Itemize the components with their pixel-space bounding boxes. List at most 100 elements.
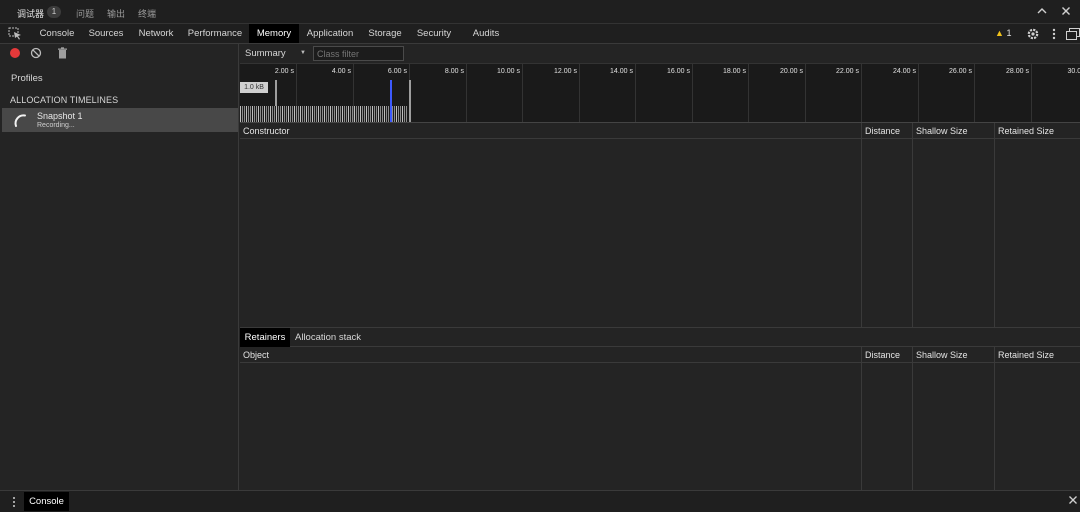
- tab-problems[interactable]: 问题: [76, 7, 94, 20]
- timeline-gridline: [579, 64, 580, 122]
- column-divider[interactable]: [994, 123, 995, 327]
- column-header-shallow-size[interactable]: Shallow Size: [916, 350, 968, 360]
- allocation-bar: [300, 106, 301, 122]
- tab-application[interactable]: Application: [303, 24, 357, 43]
- tab-debugger[interactable]: 调试器: [17, 7, 44, 20]
- column-header-retained-size[interactable]: Retained Size: [998, 350, 1054, 360]
- tab-security[interactable]: Security: [413, 24, 455, 43]
- tab-storage[interactable]: Storage: [364, 24, 406, 43]
- allocation-bar: [372, 106, 373, 122]
- allocation-bar: [380, 106, 381, 122]
- timeline-tick-label: 8.00 s: [444, 68, 464, 75]
- allocation-bar: [348, 106, 349, 122]
- tab-memory[interactable]: Memory: [249, 24, 299, 43]
- timeline-gridline: [861, 64, 862, 122]
- timeline-scale-label: 1.0 kB: [240, 82, 268, 93]
- snapshot-list-item[interactable]: Snapshot 1 Recording...: [2, 108, 238, 132]
- allocation-bar: [332, 106, 333, 122]
- allocation-bar: [256, 106, 257, 122]
- allocation-bar: [248, 106, 249, 122]
- tab-retainers[interactable]: Retainers: [240, 328, 290, 347]
- allocation-bar: [342, 106, 343, 122]
- snapshot-title: Snapshot 1: [37, 111, 83, 121]
- timeline-tick-label: 4.00 s: [331, 68, 351, 75]
- allocation-bar: [312, 106, 313, 122]
- retainers-tab-bar: Retainers Allocation stack: [240, 327, 1080, 347]
- allocation-bar: [322, 106, 323, 122]
- allocation-bar: [364, 106, 365, 122]
- timeline-tick-label: 16.00 s: [667, 68, 690, 75]
- gear-icon[interactable]: [1026, 27, 1040, 41]
- tab-sources[interactable]: Sources: [84, 24, 128, 43]
- more-vertical-icon[interactable]: [11, 496, 17, 508]
- warnings-counter[interactable]: ▲ 1: [995, 28, 1011, 38]
- dock-side-icon[interactable]: [1066, 28, 1080, 40]
- tab-allocation-stack[interactable]: Allocation stack: [292, 328, 364, 347]
- allocation-bar: [326, 106, 327, 122]
- more-vertical-icon[interactable]: [1050, 27, 1058, 41]
- allocation-bar: [258, 106, 259, 122]
- tab-audits[interactable]: Audits: [468, 24, 504, 43]
- allocation-bar: [296, 106, 297, 122]
- column-header-object[interactable]: Object: [243, 350, 269, 360]
- allocation-bar: [386, 106, 387, 122]
- allocation-bar: [356, 106, 357, 122]
- timeline-tick-label: 26.00 s: [949, 68, 972, 75]
- timeline-tick-label: 24.00 s: [893, 68, 916, 75]
- class-filter-input[interactable]: [313, 46, 404, 61]
- allocation-bar: [286, 106, 287, 122]
- allocation-bar: [352, 106, 353, 122]
- allocation-bar: [392, 106, 393, 122]
- allocation-bar: [292, 106, 293, 122]
- allocation-bar: [368, 106, 369, 122]
- allocation-bar: [246, 106, 247, 122]
- column-divider[interactable]: [912, 123, 913, 327]
- tab-performance[interactable]: Performance: [186, 24, 244, 43]
- allocation-bar: [278, 106, 279, 122]
- close-icon[interactable]: [1068, 495, 1078, 508]
- column-header-distance[interactable]: Distance: [865, 126, 900, 136]
- column-header-distance[interactable]: Distance: [865, 350, 900, 360]
- timeline-tick-label: 18.00 s: [723, 68, 746, 75]
- chevron-down-icon[interactable]: ▼: [300, 50, 306, 56]
- tab-terminal[interactable]: 终端: [138, 7, 156, 20]
- allocation-bar: [384, 106, 385, 122]
- timeline-gridline: [748, 64, 749, 122]
- timeline-gridline: [692, 64, 693, 122]
- allocation-bar: [354, 106, 355, 122]
- allocation-bar: [400, 106, 401, 122]
- allocation-timeline[interactable]: 2.00 s 4.00 s 6.00 s 8.00 s 10.00 s 12.00 s 14…: [240, 64, 1080, 123]
- column-divider[interactable]: [861, 123, 862, 327]
- timeline-current-marker: [390, 80, 392, 122]
- column-header-retained-size[interactable]: Retained Size: [998, 126, 1054, 136]
- trash-icon[interactable]: [57, 47, 68, 59]
- column-divider[interactable]: [994, 347, 995, 490]
- column-divider[interactable]: [912, 347, 913, 490]
- tab-output[interactable]: 输出: [107, 7, 125, 20]
- allocation-bar: [366, 106, 367, 122]
- profiles-sidebar: Profiles ALLOCATION TIMELINES Snapshot 1…: [0, 44, 239, 490]
- close-icon[interactable]: [1059, 5, 1073, 19]
- drawer-tab-console[interactable]: Console: [24, 492, 69, 511]
- allocation-bar: [298, 106, 299, 122]
- allocation-bar: [330, 106, 331, 122]
- tab-console[interactable]: Console: [36, 24, 78, 43]
- timeline-tick-label: 2.00 s: [274, 68, 294, 75]
- tab-network[interactable]: Network: [134, 24, 178, 43]
- chevron-up-icon[interactable]: [1035, 5, 1049, 19]
- inspect-element-icon[interactable]: [8, 27, 22, 40]
- column-header-constructor[interactable]: Constructor: [243, 126, 290, 136]
- allocation-bar: [308, 106, 309, 122]
- allocation-bar: [262, 106, 263, 122]
- allocation-timelines-header: ALLOCATION TIMELINES: [10, 95, 119, 105]
- timeline-gridline: [805, 64, 806, 122]
- allocation-bar: [242, 106, 243, 122]
- allocation-bar: [336, 106, 337, 122]
- record-button[interactable]: [10, 48, 20, 58]
- allocation-bar: [270, 106, 271, 122]
- column-header-shallow-size[interactable]: Shallow Size: [916, 126, 968, 136]
- clear-icon[interactable]: [30, 47, 42, 59]
- allocation-bar: [294, 106, 295, 122]
- object-grid-header: Object Distance Shallow Size Retained Si…: [240, 347, 1080, 363]
- column-divider[interactable]: [861, 347, 862, 490]
